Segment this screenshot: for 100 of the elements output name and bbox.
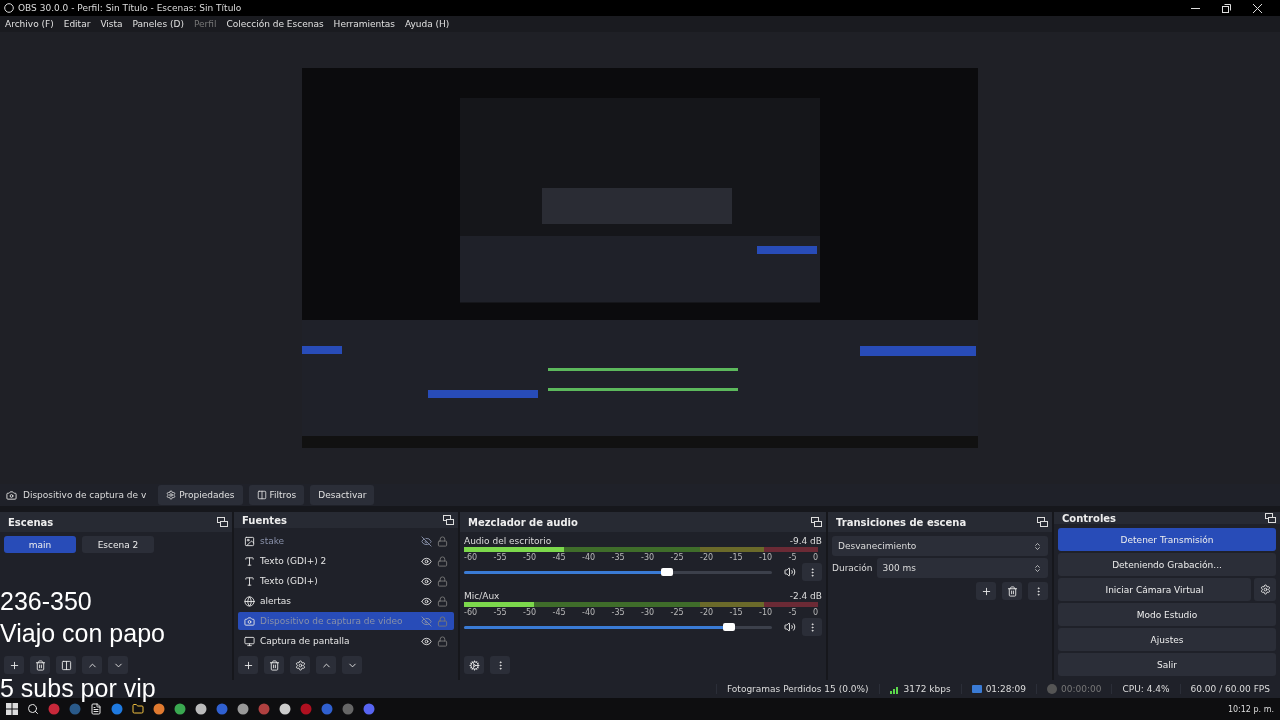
delete-button[interactable] (264, 656, 284, 674)
menu-item[interactable]: Herramientas (333, 19, 395, 29)
search-icon[interactable] (27, 703, 39, 715)
app-icon[interactable] (153, 703, 165, 715)
add-button[interactable] (976, 582, 996, 600)
undock-icon[interactable] (1037, 517, 1048, 527)
speaker-icon[interactable] (784, 621, 797, 633)
more-button[interactable] (802, 618, 822, 636)
folder-icon[interactable] (132, 703, 144, 715)
scale-label: -5 (788, 553, 797, 562)
menu-item[interactable]: Editar (63, 19, 91, 29)
control-button[interactable]: Ajustes (1058, 628, 1276, 651)
source-name: Captura de pantalla (260, 636, 351, 646)
channel-name: Mic/Aux (464, 591, 500, 601)
gear-icon (166, 490, 177, 500)
lock-icon[interactable] (437, 575, 448, 587)
advanced-settings-button[interactable] (464, 656, 484, 674)
move-up-button[interactable] (316, 656, 336, 674)
duration-field[interactable]: 300 ms (876, 558, 1048, 578)
move-up-button[interactable] (82, 656, 102, 674)
volume-slider[interactable] (464, 570, 773, 574)
scale-label: -35 (611, 553, 625, 562)
more-button[interactable] (802, 563, 822, 581)
control-button[interactable]: Deteniendo Grabación... (1058, 553, 1276, 576)
scale-label: -20 (700, 608, 714, 617)
eye-icon[interactable] (421, 635, 432, 647)
deactivate-button[interactable]: Desactivar (310, 485, 375, 505)
menu-item[interactable]: Colección de Escenas (226, 19, 324, 29)
restore-icon[interactable] (1222, 3, 1231, 13)
source-name: Texto (GDI+) 2 (260, 556, 328, 566)
undock-icon[interactable] (217, 517, 228, 527)
eye-icon[interactable] (421, 555, 432, 567)
eye-icon[interactable] (421, 575, 432, 587)
scene-item[interactable]: main (4, 536, 76, 553)
status-item: 01:28:09 (960, 684, 1037, 694)
more-button[interactable] (1028, 582, 1048, 600)
lock-icon[interactable] (437, 595, 448, 607)
slider-thumb[interactable] (661, 567, 674, 576)
undock-icon[interactable] (443, 515, 454, 525)
add-button[interactable] (4, 656, 24, 674)
add-button[interactable] (238, 656, 258, 674)
eye-off-icon[interactable] (421, 535, 432, 547)
delete-button[interactable] (30, 656, 50, 674)
app-icon[interactable] (279, 703, 291, 715)
filter-button[interactable] (56, 656, 76, 674)
menu-item[interactable]: Ayuda (H) (404, 19, 450, 29)
source-item[interactable]: stake (238, 532, 454, 550)
settings-button[interactable] (1254, 578, 1276, 601)
windows-start-icon[interactable] (6, 703, 18, 715)
panel-title: Mezclador de audio (468, 516, 578, 528)
camera-icon (244, 615, 255, 627)
more-button[interactable] (490, 656, 510, 674)
signal-icon (889, 684, 900, 694)
status-item: 3172 kbps (878, 684, 961, 694)
menu-item[interactable]: Paneles (D) (132, 19, 184, 29)
source-name: Dispositivo de captura de video (260, 616, 404, 626)
app-icon[interactable] (174, 703, 186, 715)
filter-icon (60, 659, 72, 671)
control-button[interactable]: Detener Transmisión (1058, 528, 1276, 551)
source-item[interactable]: Texto (GDI+) (238, 572, 454, 590)
scale-label: -45 (552, 553, 566, 562)
properties-button[interactable]: Propiedades (158, 485, 243, 505)
channel-reading: -2.4 dB (789, 591, 822, 601)
menu-item[interactable]: Archivo (F) (5, 19, 54, 29)
lock-icon[interactable] (437, 555, 448, 567)
duration-label: Duración (832, 563, 873, 573)
eye-icon[interactable] (421, 595, 432, 607)
overlay-text: Viajo con papo (0, 620, 165, 646)
app-icon[interactable] (195, 703, 207, 715)
scale-label: -60 (464, 553, 478, 562)
settings-button[interactable] (290, 656, 310, 674)
document-icon[interactable] (90, 703, 102, 715)
trash-icon (34, 659, 46, 671)
source-item[interactable]: Texto (GDI+) 2 (238, 552, 454, 570)
overlay-text: 236-350 (0, 588, 92, 614)
app-icon[interactable] (237, 703, 249, 715)
control-button[interactable]: Salir (1058, 653, 1276, 676)
undock-icon[interactable] (811, 517, 822, 527)
speaker-icon[interactable] (784, 566, 797, 578)
scene-item[interactable]: Escena 2 (82, 536, 154, 553)
source-item[interactable]: alertas (238, 592, 454, 610)
filters-button[interactable]: Filtros (248, 485, 305, 505)
slider-thumb[interactable] (723, 622, 736, 631)
source-item[interactable]: Captura de pantalla (238, 632, 454, 650)
lock-icon[interactable] (437, 635, 448, 647)
status-item: Fotogramas Perdidos 15 (0.0%) (716, 684, 879, 694)
close-icon[interactable] (1253, 3, 1262, 13)
transition-select[interactable]: Desvanecimiento (832, 536, 1048, 556)
move-down-button[interactable] (108, 656, 128, 674)
lock-icon[interactable] (437, 535, 448, 547)
scale-label: -10 (759, 553, 773, 562)
delete-button[interactable] (1002, 582, 1022, 600)
control-button[interactable]: Iniciar Cámara Virtual (1058, 578, 1251, 601)
undock-icon[interactable] (1265, 513, 1276, 523)
menu-item[interactable]: Vista (100, 19, 123, 29)
scale-label: -35 (611, 608, 625, 617)
scale-label: -40 (582, 608, 596, 617)
move-down-button[interactable] (342, 656, 362, 674)
scale-label: -55 (493, 553, 507, 562)
control-button[interactable]: Modo Estudio (1058, 603, 1276, 626)
